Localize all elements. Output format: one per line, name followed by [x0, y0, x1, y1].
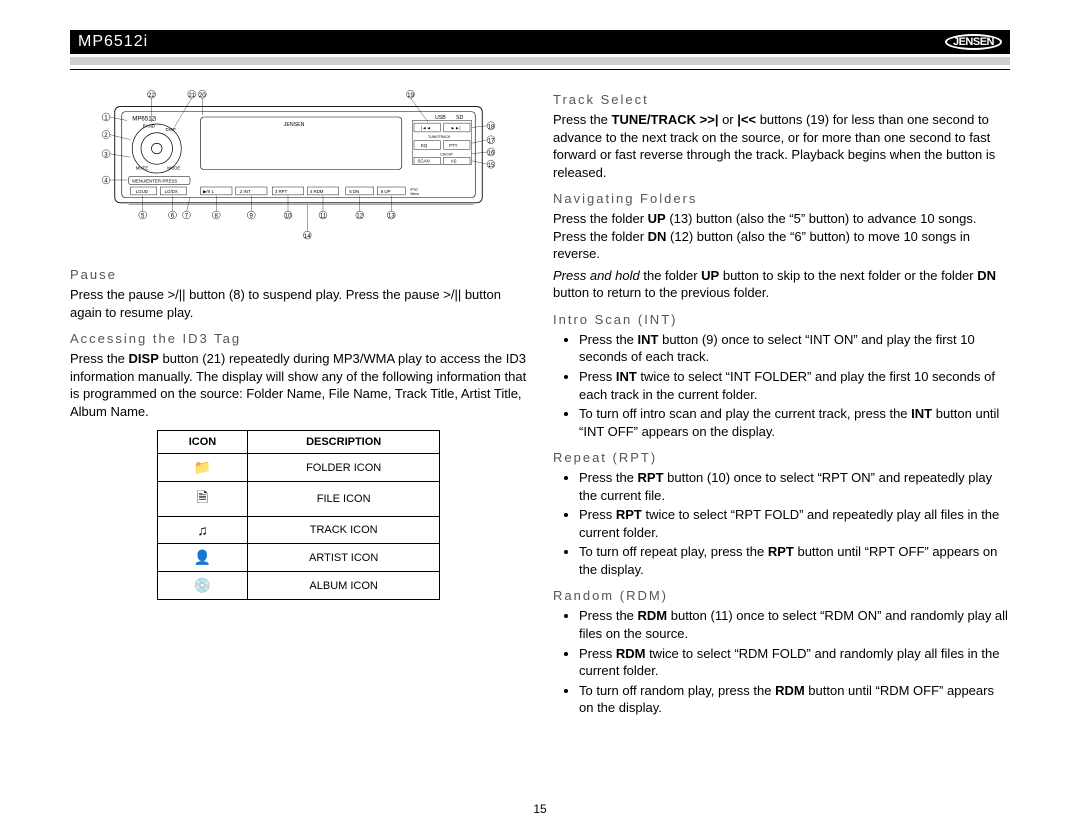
svg-text:SD: SD [456, 115, 464, 121]
svg-text:7: 7 [185, 213, 189, 220]
file-icon: 🗎 [157, 482, 247, 517]
list-item: To turn off repeat play, press the RPT b… [579, 543, 1010, 578]
svg-text:Menu: Menu [411, 192, 420, 196]
svg-text:MODE: MODE [167, 166, 180, 171]
artist-icon: 👤 [157, 544, 247, 572]
svg-text:21: 21 [188, 92, 195, 99]
icon-description-table: ICON DESCRIPTION 📁FOLDER ICON 🗎FILE ICON… [157, 430, 440, 600]
album-icon: 💿 [157, 572, 247, 600]
diagram-model-label: MP6512i [132, 116, 156, 123]
svg-text:iPod: iPod [411, 188, 418, 192]
svg-text:10: 10 [285, 213, 292, 220]
svg-text:15: 15 [488, 162, 495, 169]
table-row: 👤ARTIST ICON [157, 544, 439, 572]
heading-repeat: Repeat (RPT) [553, 450, 1010, 465]
svg-text:5 DN: 5 DN [349, 189, 359, 194]
svg-text:19: 19 [407, 92, 414, 99]
faceplate-diagram: MP6512i BAND DISP MUTE MODE MENU/ENTER-P… [70, 82, 527, 257]
heading-navigating-folders: Navigating Folders [553, 191, 1010, 206]
nav-body-2: Press and hold the folder UP button to s… [553, 267, 1010, 302]
svg-text:18: 18 [488, 123, 495, 130]
right-column: Track Select Press the TUNE/TRACK >>| or… [553, 82, 1010, 721]
id3-body: Press the DISP button (21) repeatedly du… [70, 350, 527, 420]
svg-text:LO/DX: LO/DX [165, 189, 178, 194]
svg-text:DISP: DISP [166, 127, 176, 132]
pause-body: Press the pause >/|| button (8) to suspe… [70, 286, 527, 321]
svg-text:JENSEN: JENSEN [284, 122, 305, 128]
table-row: 📁FOLDER ICON [157, 454, 439, 482]
th-icon: ICON [157, 431, 247, 454]
brand-logo: JENSEN [945, 34, 1002, 50]
header-gray-band [70, 57, 1010, 65]
svg-text:8: 8 [215, 213, 219, 220]
int-list: Press the INT button (9) once to select … [553, 331, 1010, 440]
svg-text:3: 3 [104, 151, 108, 158]
folder-icon: 📁 [157, 454, 247, 482]
list-item: Press the RDM button (11) once to select… [579, 607, 1010, 642]
left-column: MP6512i BAND DISP MUTE MODE MENU/ENTER-P… [70, 82, 527, 721]
svg-text:13: 13 [388, 213, 395, 220]
heading-track-select: Track Select [553, 92, 1010, 107]
svg-text:PTY: PTY [449, 143, 458, 148]
svg-text:1: 1 [104, 115, 108, 122]
svg-text:20: 20 [199, 92, 206, 99]
svg-text:4 RDM: 4 RDM [310, 189, 324, 194]
table-header-row: ICON DESCRIPTION [157, 431, 439, 454]
rpt-list: Press the RPT button (10) once to select… [553, 469, 1010, 578]
list-item: Press the INT button (9) once to select … [579, 331, 1010, 366]
list-item: Press the RPT button (10) once to select… [579, 469, 1010, 504]
svg-text:BAND: BAND [143, 124, 155, 129]
svg-text:AS: AS [451, 159, 457, 164]
svg-text:▶/II 1: ▶/II 1 [203, 189, 214, 194]
list-item: Press RPT twice to select “RPT FOLD” and… [579, 506, 1010, 541]
svg-text:USB: USB [435, 115, 446, 121]
page-number: 15 [0, 802, 1080, 816]
svg-text:17: 17 [488, 137, 495, 144]
track-select-body: Press the TUNE/TRACK >>| or |<< buttons … [553, 111, 1010, 181]
heading-intro-scan: Intro Scan (INT) [553, 312, 1010, 327]
list-item: Press INT twice to select “INT FOLDER” a… [579, 368, 1010, 403]
svg-text:SCAN: SCAN [418, 159, 430, 164]
svg-text:2 INT: 2 INT [240, 189, 251, 194]
heading-id3: Accessing the ID3 Tag [70, 331, 527, 346]
table-row: 💿ALBUM ICON [157, 572, 439, 600]
svg-text:22: 22 [148, 92, 155, 99]
list-item: Press RDM twice to select “RDM FOLD” and… [579, 645, 1010, 680]
svg-text:5: 5 [141, 213, 145, 220]
svg-text:CH/CAT: CH/CAT [440, 153, 454, 157]
svg-text:LOUD: LOUD [136, 189, 148, 194]
header-rule [70, 69, 1010, 70]
content-columns: MP6512i BAND DISP MUTE MODE MENU/ENTER-P… [70, 82, 1010, 721]
svg-text:3 RPT: 3 RPT [275, 189, 288, 194]
track-icon: ♫ [157, 517, 247, 544]
svg-text:6: 6 [171, 213, 175, 220]
svg-text:6 UP: 6 UP [381, 189, 391, 194]
svg-text:|◄◄: |◄◄ [421, 125, 431, 130]
svg-text:►►|: ►►| [451, 125, 461, 130]
svg-text:4: 4 [104, 178, 108, 185]
svg-text:14: 14 [304, 233, 311, 240]
heading-random: Random (RDM) [553, 588, 1010, 603]
list-item: To turn off intro scan and play the curr… [579, 405, 1010, 440]
rdm-list: Press the RDM button (11) once to select… [553, 607, 1010, 716]
svg-text:9: 9 [250, 213, 254, 220]
svg-text:MENU/ENTER-PRESS: MENU/ENTER-PRESS [132, 179, 177, 184]
table-row: ♫TRACK ICON [157, 517, 439, 544]
svg-text:11: 11 [320, 213, 327, 220]
th-desc: DESCRIPTION [248, 431, 440, 454]
svg-text:TUNE/TRACK: TUNE/TRACK [428, 135, 451, 139]
svg-text:EQ: EQ [421, 143, 428, 148]
heading-pause: Pause [70, 267, 527, 282]
svg-text:12: 12 [356, 213, 363, 220]
model-number: MP6512i [78, 33, 148, 51]
nav-body-1: Press the folder UP (13) button (also th… [553, 210, 1010, 263]
list-item: To turn off random play, press the RDM b… [579, 682, 1010, 717]
svg-text:16: 16 [488, 150, 495, 157]
svg-text:MUTE: MUTE [136, 166, 148, 171]
header-bar: MP6512i JENSEN [70, 30, 1010, 54]
svg-text:2: 2 [104, 132, 108, 139]
table-row: 🗎FILE ICON [157, 482, 439, 517]
